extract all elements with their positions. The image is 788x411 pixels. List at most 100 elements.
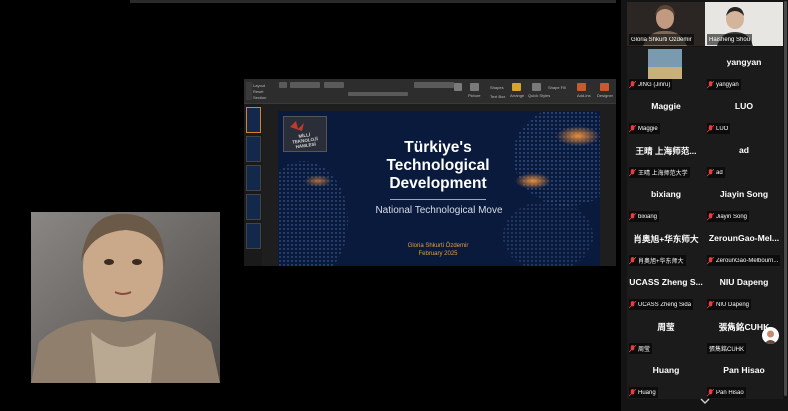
quick-styles-icon[interactable] (532, 83, 541, 91)
slide-thumb-2[interactable] (246, 136, 261, 162)
font-size-box[interactable] (324, 82, 344, 88)
chevron-down-icon[interactable] (699, 396, 711, 406)
convert-icon[interactable] (454, 83, 462, 91)
picture-icon[interactable] (470, 83, 479, 91)
participant-footer: 周莹 (629, 343, 653, 354)
top-bar (130, 0, 616, 3)
participant-footer: Jiayin Song (707, 211, 750, 222)
participant-footer: yangyan (707, 79, 741, 90)
participant-name: ad (738, 145, 750, 155)
participant-tile[interactable]: UCASS Zheng S... UCASS Zheng Sida (627, 267, 705, 311)
format-row[interactable] (348, 92, 408, 96)
presenter-image (31, 212, 220, 383)
participant-tile[interactable]: Maggie Maggie (627, 91, 705, 135)
participant-tile[interactable]: Jiayin Song Jiayin Song (705, 179, 783, 223)
add-ins-icon[interactable] (577, 83, 586, 91)
mic-muted-icon (629, 388, 636, 396)
participant-label: Haisheng Shou (709, 36, 751, 43)
slide-thumb-3[interactable] (246, 165, 261, 191)
participant-tile[interactable]: LUO LUO (705, 91, 783, 135)
mic-muted-icon (629, 300, 636, 308)
mic-muted-icon (629, 80, 636, 88)
ribbon-reset[interactable]: Reset (253, 89, 263, 94)
participant-name: ZerounGao-Mel... (708, 233, 780, 243)
participant-tile[interactable]: NIU Dapeng NIU Dapeng (705, 267, 783, 311)
participant-tile[interactable]: 周莹 周莹 (627, 311, 705, 355)
mic-muted-icon (707, 300, 714, 308)
participant-footer: Maggie (629, 123, 660, 134)
participant-tile[interactable]: ZerounGao-Mel... ZerounGao-Melbourn... (705, 223, 783, 267)
slide-author: Gloria Shkurti Özdemir (407, 243, 469, 249)
slide-subtitle: National Technological Move (375, 205, 503, 216)
participant-label: JING (Jinru) (638, 81, 671, 88)
mic-muted-icon (707, 256, 714, 264)
ribbon-quick-styles: Quick Styles (528, 93, 551, 98)
slide-author-date: Gloria Shkurti Özdemir February 2025 (358, 242, 518, 258)
participant-label: bixiang (638, 213, 658, 220)
participant-name: UCASS Zheng S... (629, 277, 703, 287)
ribbon-layout[interactable]: Layout (253, 83, 265, 88)
title-divider (390, 199, 486, 200)
participant-tile[interactable]: JING (Jinru) (627, 47, 705, 91)
mic-muted-icon (629, 124, 636, 132)
participant-label: LUO (716, 125, 729, 132)
participant-name: Jiayin Song (719, 189, 769, 199)
mic-muted-icon (629, 168, 636, 176)
mic-muted-icon (707, 168, 714, 176)
participant-name: 王晴 上海师范... (635, 146, 697, 156)
participant-footer: 肖奥旭+华东师大 (629, 255, 686, 266)
participant-label: 王晴 上海师范大学 (638, 171, 688, 177)
participant-name: 周莹 (657, 322, 675, 332)
participant-name: bixiang (650, 189, 682, 199)
participant-footer: JING (Jinru) (629, 79, 673, 90)
avatar-reaction-icon[interactable] (762, 327, 779, 344)
participant-tile[interactable]: 王晴 上海师范... 王晴 上海师范大学 (627, 135, 705, 179)
participant-footer: ad (707, 167, 725, 178)
slide-thumb-1[interactable] (246, 107, 261, 133)
participant-label: 周莹 (638, 347, 651, 353)
arrange-icon[interactable] (512, 83, 521, 91)
presenter-video[interactable] (31, 212, 220, 383)
participant-label: Maggie (638, 125, 658, 132)
shared-screen[interactable]: Layout Reset Section Picture Shapes Text… (244, 79, 616, 266)
participant-name: 肖奥旭+华东师大 (633, 234, 699, 244)
participant-footer: Huang (629, 387, 658, 398)
mic-muted-icon (629, 256, 636, 264)
participant-label: ad (716, 169, 723, 176)
slide-thumb-5[interactable] (246, 223, 261, 249)
panel-scrollbar[interactable] (784, 1, 787, 396)
participant-label: UCASS Zheng Sida (638, 301, 692, 308)
participant-tile[interactable]: bixiang bixiang (627, 179, 705, 223)
participant-label: Jiayin Song (716, 213, 748, 220)
participant-footer: 張雋銘CUHK (707, 343, 747, 354)
mic-muted-icon (707, 212, 714, 220)
ppt-ribbon: Layout Reset Section Picture Shapes Text… (244, 79, 616, 104)
ribbon-section[interactable]: Section (253, 95, 266, 100)
ribbon-shape-fill[interactable]: Shape Fill (548, 85, 566, 90)
participant-tile[interactable]: ad ad (705, 135, 783, 179)
ribbon-shapes[interactable]: Shapes (490, 85, 504, 90)
paragraph-group[interactable] (414, 82, 454, 88)
participant-footer: Pan Hisao (707, 387, 746, 398)
mic-muted-icon (629, 212, 636, 220)
designer-icon[interactable] (600, 83, 609, 91)
participant-footer: Gloria Shkurti Özdemir (629, 34, 694, 45)
participant-label: 肖奥旭+华东师大 (638, 259, 684, 265)
font-name-box[interactable] (290, 82, 320, 88)
ribbon-textbox[interactable]: Text Box (490, 94, 505, 99)
participant-tile[interactable]: Pan Hisao Pan Hisao (705, 355, 783, 399)
participant-tile[interactable]: Huang Huang (627, 355, 705, 399)
participant-tile[interactable]: yangyan yangyan (705, 47, 783, 91)
slide-thumbnails[interactable] (244, 104, 262, 266)
ribbon-add-ins: Add-ins (577, 93, 591, 98)
font-box[interactable] (279, 82, 287, 88)
slide-thumb-4[interactable] (246, 194, 261, 220)
participant-label: ZerounGao-Melbourn... (716, 257, 779, 264)
participant-tile[interactable]: Gloria Shkurti Özdemir (627, 2, 705, 46)
participant-tile[interactable]: 肖奥旭+华东师大 肖奥旭+华东师大 (627, 223, 705, 267)
participant-footer: Haisheng Shou (707, 34, 753, 45)
ribbon-arrange: Arrange (510, 93, 525, 98)
slide-logo: MİLLİ TEKNOLOJİ HAMLESİ (283, 116, 327, 152)
participant-tile[interactable]: Haisheng Shou (705, 2, 783, 46)
participant-label: Pan Hisao (716, 389, 744, 396)
